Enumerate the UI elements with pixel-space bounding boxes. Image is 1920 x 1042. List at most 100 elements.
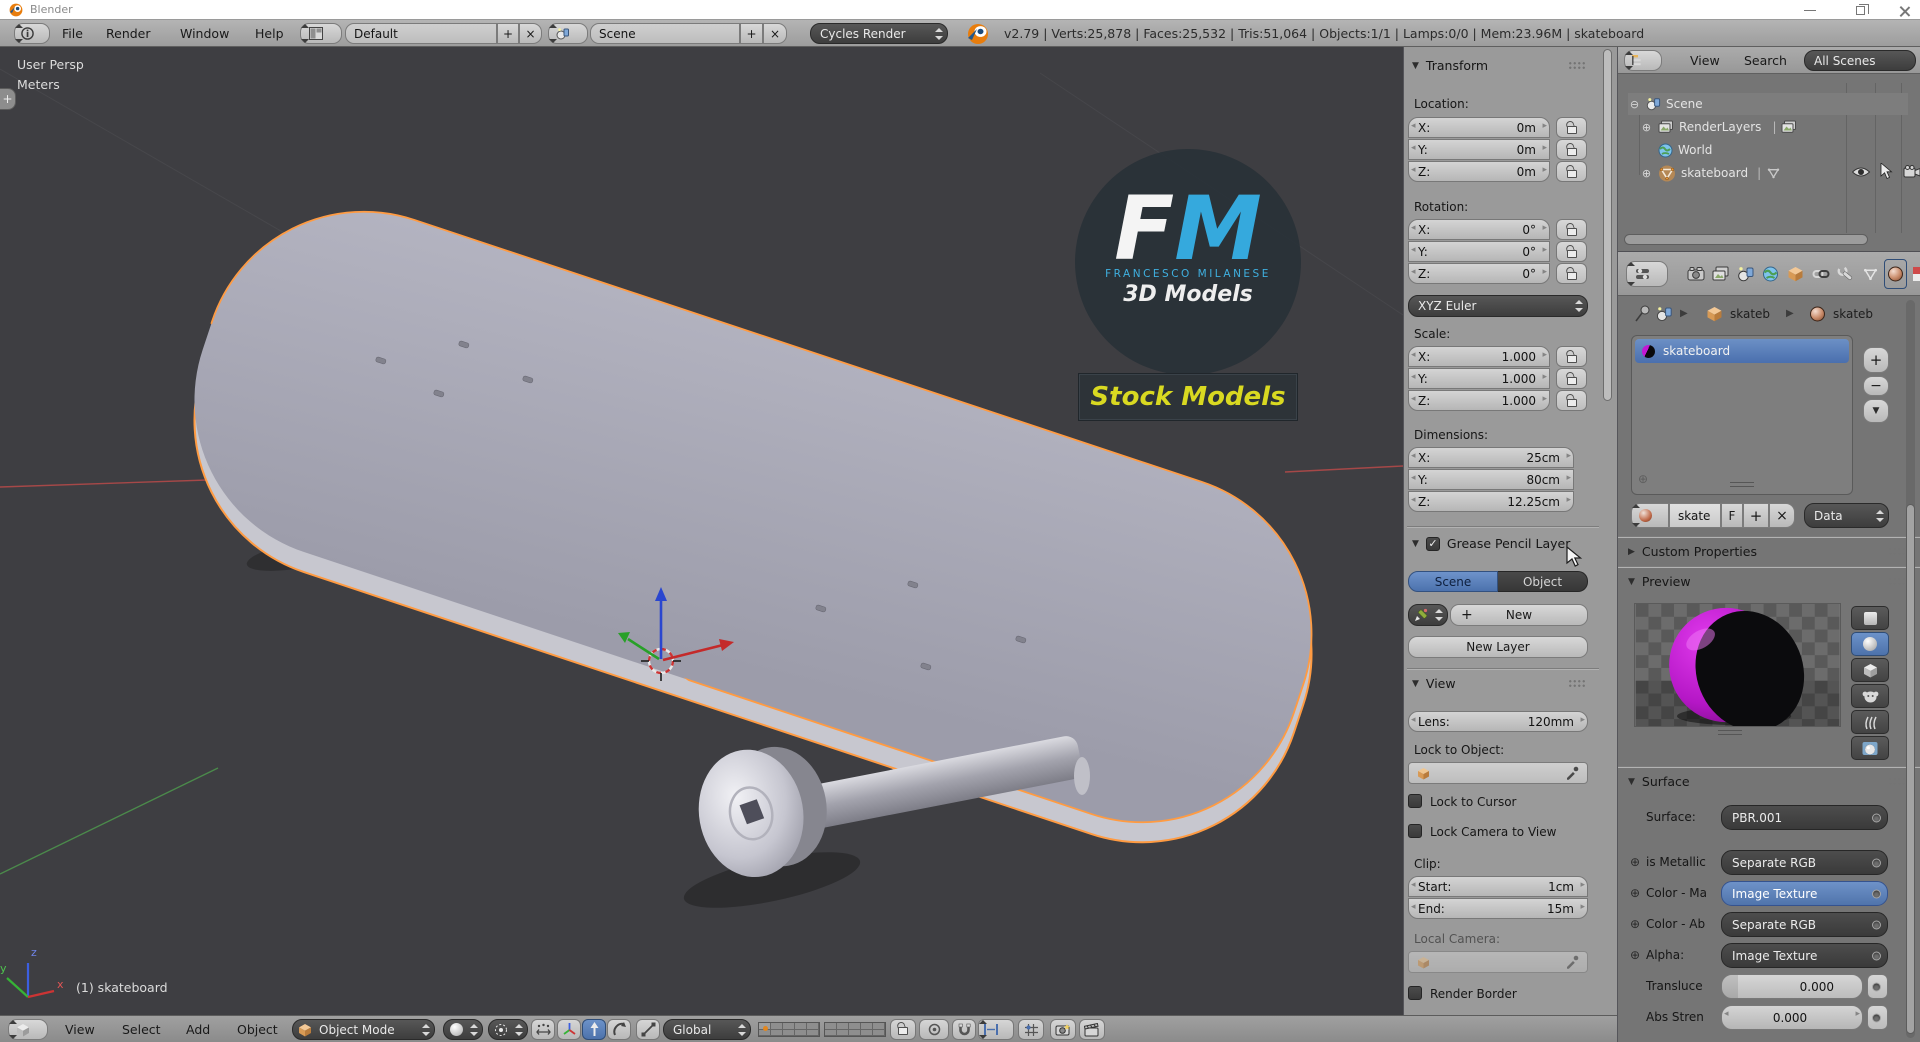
- opengl-render-animation-button[interactable]: [1079, 1019, 1105, 1040]
- object-menu[interactable]: Object: [237, 1016, 278, 1042]
- preview-type-cube-button[interactable]: [1851, 658, 1889, 682]
- lock-to-object-field[interactable]: [1408, 762, 1588, 784]
- tab-world[interactable]: [1759, 259, 1782, 289]
- outliner-display-mode-selector[interactable]: All Scenes: [1804, 50, 1916, 71]
- abs-strength-socket-button[interactable]: [1867, 1005, 1888, 1030]
- dimensions-x-field[interactable]: X:25cm: [1408, 447, 1574, 468]
- scale-y-lock-button[interactable]: [1556, 368, 1587, 389]
- panel-grip-icon[interactable]: [1568, 61, 1586, 70]
- view-menu[interactable]: View: [65, 1016, 95, 1042]
- rotation-z-lock-button[interactable]: [1556, 263, 1587, 284]
- add-material-slot-button[interactable]: +: [1863, 347, 1889, 373]
- local-camera-field[interactable]: [1408, 951, 1588, 973]
- snap-toggle-button[interactable]: [952, 1019, 976, 1040]
- abs-strength-slider[interactable]: 0.000: [1721, 1005, 1863, 1030]
- surface-shader-selector[interactable]: PBR.001: [1721, 805, 1888, 830]
- snap-element-selector[interactable]: [978, 1019, 1014, 1040]
- grease-draw-mode-selector[interactable]: [1408, 604, 1448, 626]
- clip-start-field[interactable]: Start:1cm: [1408, 876, 1588, 897]
- location-z-field[interactable]: Z:0m: [1408, 161, 1550, 182]
- rotation-x-field[interactable]: X:0°: [1408, 219, 1550, 240]
- remove-material-slot-button[interactable]: −: [1863, 376, 1889, 396]
- tab-constraints[interactable]: [1809, 259, 1832, 289]
- outliner-menu-view[interactable]: View: [1690, 47, 1720, 74]
- rotate-manipulator-button[interactable]: [607, 1019, 631, 1040]
- expand-icon[interactable]: ⊕: [1630, 855, 1640, 869]
- surface-panel-header[interactable]: ▼ Surface: [1628, 774, 1912, 789]
- rotation-z-field[interactable]: Z:0°: [1408, 263, 1550, 284]
- scale-z-lock-button[interactable]: [1556, 390, 1587, 411]
- viewport-shading-selector[interactable]: [443, 1019, 483, 1040]
- location-x-lock-button[interactable]: [1556, 117, 1587, 138]
- render-border-checkbox[interactable]: [1408, 986, 1422, 1000]
- scale-x-lock-button[interactable]: [1556, 346, 1587, 367]
- lock-to-cursor-checkbox[interactable]: [1408, 794, 1422, 808]
- editor-type-button-3dview[interactable]: [8, 1019, 48, 1040]
- tab-texture[interactable]: [1909, 259, 1920, 289]
- transform-orientation-selector[interactable]: Global: [663, 1019, 751, 1040]
- object-cube-icon[interactable]: [1706, 306, 1723, 322]
- expand-icon[interactable]: ⊕: [1630, 886, 1640, 900]
- toolshelf-expand-tab[interactable]: +: [0, 88, 16, 110]
- pivot-point-selector[interactable]: [488, 1019, 528, 1040]
- viewport-3d[interactable]: User Persp Meters (1) skateboard z y x +…: [0, 47, 1403, 1015]
- rotation-x-lock-button[interactable]: [1556, 219, 1587, 240]
- snap-peel-button[interactable]: [1018, 1019, 1044, 1040]
- scale-manipulator-button[interactable]: [636, 1019, 660, 1040]
- preview-type-monkey-button[interactable]: [1851, 684, 1889, 708]
- rotation-y-lock-button[interactable]: [1556, 241, 1587, 262]
- grease-source-scene-tab[interactable]: Scene: [1408, 571, 1498, 592]
- preview-type-sphere-button[interactable]: [1851, 632, 1889, 656]
- preview-type-hair-button[interactable]: [1851, 710, 1889, 734]
- outliner-row-renderlayers[interactable]: ⊕ RenderLayers |: [1640, 116, 1908, 138]
- material-specials-button[interactable]: ▼: [1863, 399, 1889, 423]
- new-layer-button[interactable]: New Layer: [1408, 636, 1588, 658]
- view-panel-header[interactable]: ▼ View: [1412, 676, 1600, 691]
- tab-material[interactable]: [1884, 259, 1907, 289]
- translucency-socket-button[interactable]: [1867, 974, 1888, 999]
- mode-selector[interactable]: Object Mode: [292, 1019, 435, 1040]
- material-name-field[interactable]: skate: [1669, 503, 1721, 528]
- add-layout-button[interactable]: +: [497, 23, 519, 44]
- material-browse-button[interactable]: [1631, 503, 1669, 528]
- lens-field[interactable]: Lens:120mm: [1408, 711, 1588, 732]
- delete-layout-button[interactable]: ×: [519, 23, 542, 44]
- screen-layout-selector[interactable]: [300, 23, 342, 44]
- rotation-y-field[interactable]: Y:0°: [1408, 241, 1550, 262]
- lock-to-scene-button[interactable]: [890, 1019, 916, 1040]
- properties-scrollbar-thumb[interactable]: [1906, 504, 1915, 1034]
- editor-type-button-info[interactable]: [14, 23, 50, 44]
- grease-new-button[interactable]: + New: [1450, 604, 1588, 626]
- new-material-button[interactable]: +: [1743, 503, 1769, 528]
- pin-icon[interactable]: [1634, 305, 1651, 324]
- preview-type-flat-button[interactable]: [1851, 606, 1889, 630]
- npanel-scrollbar[interactable]: [1603, 49, 1612, 401]
- unlink-material-button[interactable]: ×: [1769, 503, 1795, 528]
- panel-grip-icon[interactable]: [1888, 777, 1906, 786]
- tab-object[interactable]: [1784, 259, 1807, 289]
- panel-grip-icon[interactable]: [1568, 679, 1586, 688]
- fake-user-button[interactable]: F: [1721, 503, 1743, 528]
- menu-file[interactable]: File: [62, 20, 83, 47]
- material-slot-item[interactable]: skateboard: [1635, 339, 1849, 363]
- visibility-eye-icon[interactable]: [1851, 165, 1871, 179]
- preview-panel-header[interactable]: ▼ Preview: [1628, 574, 1912, 589]
- location-z-lock-button[interactable]: [1556, 161, 1587, 182]
- dimensions-y-field[interactable]: Y:80cm: [1408, 469, 1574, 490]
- outliner-row-world[interactable]: World: [1658, 139, 1908, 161]
- location-y-lock-button[interactable]: [1556, 139, 1587, 160]
- add-slot-icon[interactable]: ⊕: [1638, 472, 1648, 486]
- render-engine-selector[interactable]: Cycles Render: [810, 23, 948, 44]
- grease-pencil-checkbox[interactable]: ✓: [1425, 536, 1440, 551]
- transform-panel-header[interactable]: ▼ Transform: [1412, 58, 1600, 73]
- data-source-selector[interactable]: Data: [1804, 503, 1889, 528]
- add-scene-button[interactable]: +: [740, 23, 763, 44]
- layers-widget-b[interactable]: [824, 1022, 886, 1037]
- clip-end-field[interactable]: End:15m: [1408, 898, 1588, 919]
- editor-type-button-outliner[interactable]: [1624, 50, 1662, 71]
- proportional-edit-selector[interactable]: [919, 1019, 949, 1040]
- outliner-menu-search[interactable]: Search: [1744, 47, 1787, 74]
- opengl-render-button[interactable]: [1050, 1019, 1076, 1040]
- manipulator-toggle-button[interactable]: [557, 1019, 581, 1040]
- preview-type-world-button[interactable]: [1851, 736, 1889, 760]
